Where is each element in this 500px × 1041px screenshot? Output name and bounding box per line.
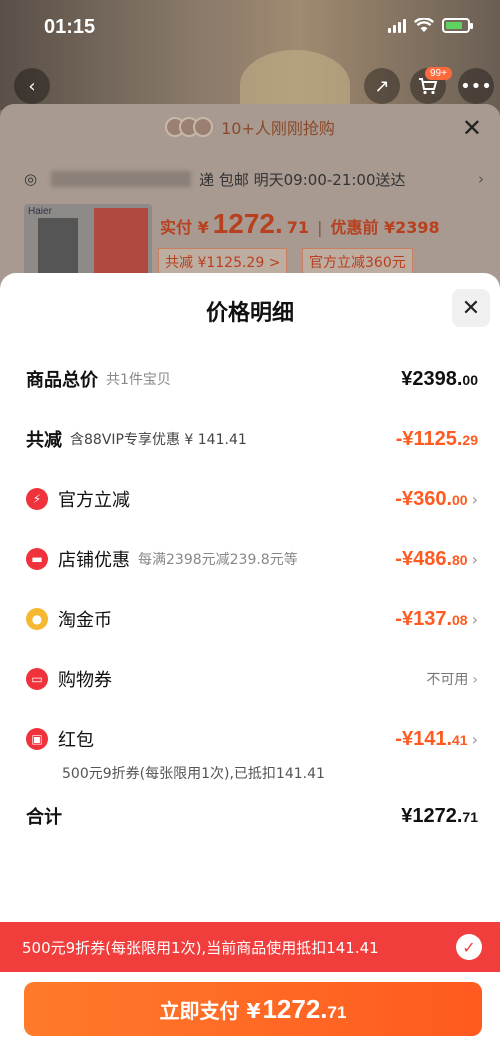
delivery-info: 递 包邮 明天09:00-21:00送达 bbox=[199, 170, 406, 189]
row-grand-total: 合计 ¥1272. 71 bbox=[26, 799, 478, 833]
amount-main: ¥1272. bbox=[401, 804, 463, 827]
official-discount-tag: 官方立减360元 bbox=[302, 248, 413, 274]
chevron-right-icon: › bbox=[471, 549, 478, 569]
amount-dec: 00 bbox=[462, 371, 478, 388]
check-icon[interactable]: ✓ bbox=[456, 934, 482, 960]
more-button[interactable]: ••• bbox=[458, 68, 494, 104]
pay-amount-dec: 71 bbox=[327, 1003, 347, 1022]
chevron-left-icon: ‹ bbox=[28, 75, 36, 97]
coupon-promo-bar[interactable]: 500元9折券(每张限用1次),当前商品使用抵扣141.41 ✓ bbox=[0, 922, 500, 972]
blurred-address bbox=[51, 171, 192, 187]
row-label: 购物券 bbox=[58, 670, 112, 691]
promo-card-image bbox=[94, 208, 148, 278]
row-amount: ¥1272. 71 bbox=[401, 805, 478, 828]
more-icon: ••• bbox=[460, 75, 492, 97]
row-official-discount[interactable]: ⚡ 官方立减 -¥360. 00 › bbox=[26, 482, 478, 516]
amount-dec: 29 bbox=[462, 431, 478, 448]
amount-dec: 00 bbox=[452, 491, 468, 508]
row-label: 店铺优惠 bbox=[58, 550, 130, 571]
status-time: 01:15 bbox=[44, 16, 96, 38]
row-label: 淘金币 bbox=[58, 610, 112, 631]
pay-amount-main: 1272. bbox=[262, 994, 328, 1024]
buyer-avatars bbox=[165, 117, 214, 137]
row-amount: -¥360. 00 › bbox=[395, 488, 478, 511]
paid-price-dec: 71 bbox=[286, 218, 310, 237]
row-shopping-voucher[interactable]: ▭ 购物券 不可用 › bbox=[26, 662, 478, 696]
delivery-address: ◎ 递 包邮 明天09:00-21:00送达 › bbox=[24, 164, 484, 194]
row-taobao-coins[interactable]: ● 淘金币 -¥137. 08 › bbox=[26, 602, 478, 636]
amount-main: ¥2398. bbox=[401, 367, 463, 390]
row-amount: ¥2398. 00 bbox=[401, 368, 478, 391]
price-separator: | bbox=[317, 218, 323, 237]
promo-text: 500元9折券(每张限用1次),当前商品使用抵扣141.41 bbox=[22, 938, 379, 957]
close-icon: ✕ bbox=[461, 295, 481, 321]
red-packet-note: 500元9折券(每张限用1次),已抵扣141.41 bbox=[62, 766, 325, 782]
lightning-icon: ⚡ bbox=[26, 488, 48, 510]
row-total-price: 商品总价 共1件宝贝 ¥2398. 00 bbox=[26, 362, 478, 396]
row-store-discount[interactable]: ▬ 店铺优惠 每满2398元减239.8元等 -¥486. 80 › bbox=[26, 542, 478, 576]
amount-dec: 08 bbox=[452, 611, 468, 628]
row-total-discount: 共减 含88VIP专享优惠 ¥ 141.41 -¥1125. 29 bbox=[26, 422, 478, 456]
brand-logo: Haier bbox=[28, 206, 52, 217]
location-icon: ◎ bbox=[24, 170, 38, 188]
coin-icon: ● bbox=[26, 608, 48, 630]
share-button[interactable]: ↗ bbox=[364, 68, 400, 104]
pay-label: 立即支付 ¥ bbox=[159, 999, 261, 1023]
chevron-right-icon: › bbox=[471, 489, 478, 509]
chevron-right-icon: › bbox=[471, 609, 478, 629]
row-label: 合计 bbox=[26, 807, 62, 828]
amount-dec: 71 bbox=[462, 808, 478, 825]
amount-dec: 80 bbox=[452, 551, 468, 568]
amount-main: -¥486. bbox=[395, 547, 453, 570]
ticket-icon: ▭ bbox=[26, 668, 48, 690]
modal-title: 价格明细 bbox=[205, 301, 294, 326]
purchase-banner-text: 10+人刚刚抢购 bbox=[221, 119, 335, 138]
row-red-packet[interactable]: ▣ 红包 -¥141. 41 › bbox=[26, 722, 478, 756]
red-packet-icon: ▣ bbox=[26, 728, 48, 750]
paid-label: 实付 ¥ bbox=[160, 218, 209, 237]
chevron-right-icon: › bbox=[478, 170, 484, 188]
row-label: 商品总价 bbox=[26, 370, 98, 391]
row-sub: 含88VIP专享优惠 ¥ 141.41 bbox=[70, 432, 247, 448]
row-label: 共减 bbox=[26, 430, 62, 451]
status-icons bbox=[388, 18, 473, 33]
row-amount: -¥141. 41 › bbox=[395, 728, 478, 751]
amount-main: -¥1125. bbox=[395, 427, 463, 450]
amount-main: -¥137. bbox=[395, 607, 453, 630]
row-sub: 每满2398元减239.8元等 bbox=[138, 552, 298, 568]
discount-tag: 共减 ¥1125.29 > bbox=[158, 248, 288, 274]
row-amount: -¥137. 08 › bbox=[395, 608, 478, 631]
store-icon: ▬ bbox=[26, 548, 48, 570]
amount-dec: 41 bbox=[452, 731, 468, 748]
pay-now-button[interactable]: 立即支付 ¥ 1272. 71 bbox=[24, 982, 482, 1036]
wifi-icon bbox=[414, 18, 434, 32]
voucher-status: 不可用 › bbox=[426, 669, 478, 689]
amount-main: -¥141. bbox=[395, 727, 453, 750]
back-button[interactable]: ‹ bbox=[14, 68, 50, 104]
purchase-banner: 10+人刚刚抢购 bbox=[0, 104, 500, 150]
row-sub: 共1件宝贝 bbox=[106, 372, 171, 388]
voucher-status-text: 不可用 bbox=[426, 672, 469, 688]
row-label: 官方立减 bbox=[58, 490, 130, 511]
status-bar: 01:15 bbox=[0, 0, 500, 56]
fridge-image bbox=[38, 218, 78, 278]
share-icon: ↗ bbox=[374, 75, 390, 97]
close-button[interactable]: ✕ bbox=[452, 289, 490, 327]
row-label: 红包 bbox=[58, 730, 94, 751]
row-amount: -¥486. 80 › bbox=[395, 548, 478, 571]
cart-badge: 99+ bbox=[425, 67, 452, 80]
price-before: 优惠前 ¥2398 bbox=[330, 218, 440, 237]
chevron-right-icon: › bbox=[472, 672, 478, 688]
paid-price-main: 1272. bbox=[212, 208, 283, 239]
background-price: 实付 ¥ 1272. 71 | 优惠前 ¥2398 bbox=[160, 208, 440, 240]
background-close-icon: ✕ bbox=[461, 114, 482, 142]
amount-main: -¥360. bbox=[395, 487, 453, 510]
chevron-right-icon: › bbox=[471, 729, 478, 749]
product-image: Haier bbox=[24, 204, 152, 280]
battery-icon bbox=[442, 18, 473, 33]
signal-icon bbox=[388, 18, 406, 33]
row-amount: -¥1125. 29 bbox=[396, 428, 478, 451]
